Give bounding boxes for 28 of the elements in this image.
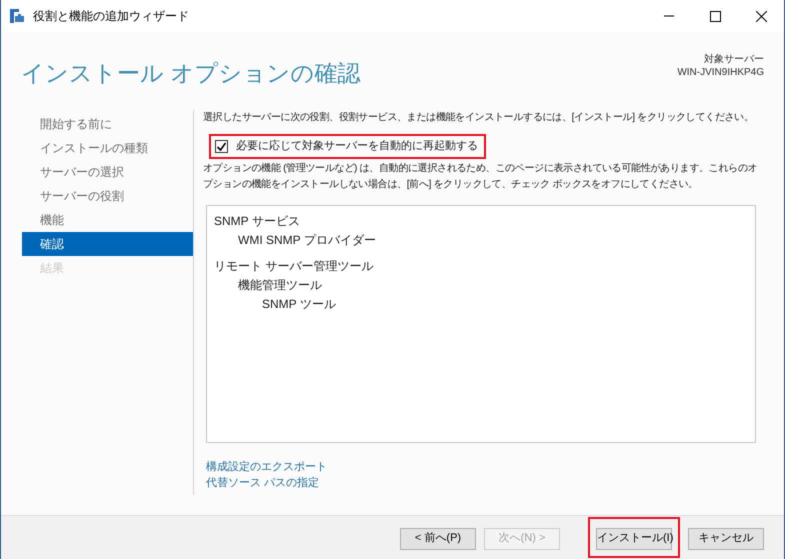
feature-item: WMI SNMP プロバイダー [237,232,377,249]
link[interactable]: 代替ソース パスの指定 [206,475,320,491]
feature-item: リモート サーバー管理ツール [214,258,374,275]
dialog-button[interactable]: < 前へ(P) [400,528,476,550]
target-label: 対象サーバー [704,53,764,66]
feature-item: SNMP ツール [261,296,337,313]
page-title: インストール オプションの確認 [21,59,360,88]
intro-text: 選択したサーバーに次の役割、役割サービス、または機能をインストールするには、[インストール] をクリックしてください。 [203,110,755,125]
feature-item: 機能管理ツール [237,277,323,294]
sidebar-item[interactable]: サーバーの役割 [22,184,193,208]
sidebar-item[interactable]: 確認 [22,232,193,256]
target-server: WIN-JVIN9IHKP4G [677,66,764,79]
note-text: オプションの機能 (管理ツールなど) は、自動的に選択されるため、このページに表示されている可能性があります。これらのオプションの機能をインストールしない場合は、[前へ] をクリックして、チェック ボックスをオフにしてください。 [203,162,758,192]
restart-checkbox[interactable] [215,140,228,153]
dialog-button[interactable]: インストール(I) [596,528,672,550]
sidebar-item[interactable]: インストールの種類 [22,136,193,160]
window-title: 役割と機能の追加ウィザード [33,8,189,25]
sidebar-item[interactable]: 機能 [22,208,193,232]
dialog-button[interactable]: キャンセル [688,528,764,550]
sidebar-item[interactable]: 開始する前に [22,112,193,136]
link[interactable]: 構成設定のエクスポート [206,459,327,475]
feature-item: SNMP サービス [214,213,301,230]
server-toolbox-icon [9,8,25,24]
check-icon [216,141,227,152]
sidebar-item[interactable]: サーバーの選択 [22,160,193,184]
restart-checkbox-label[interactable]: 必要に応じて対象サーバーを自動的に再起動する [236,138,478,155]
maximize-icon [710,10,720,22]
close-icon [756,10,766,22]
